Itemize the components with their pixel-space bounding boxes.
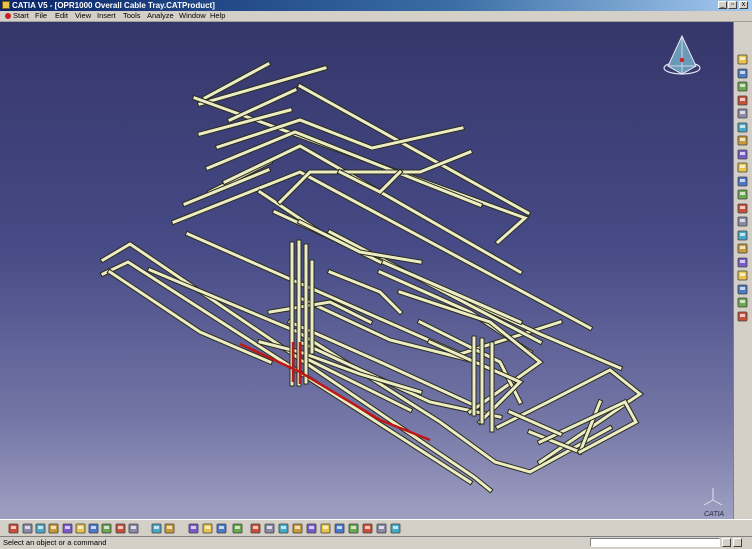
- right-toolbar: [733, 22, 752, 519]
- replace-icon[interactable]: [737, 108, 749, 119]
- bottom-toolbar: [0, 519, 752, 536]
- xyz-axis-icon: [703, 488, 723, 506]
- formula-icon[interactable]: [151, 523, 162, 534]
- fix-icon[interactable]: [737, 230, 749, 241]
- select-icon[interactable]: [737, 54, 749, 65]
- paste-icon[interactable]: [88, 523, 99, 534]
- catia-logo: CATIA: [704, 511, 724, 518]
- constraint-icon[interactable]: [737, 216, 749, 227]
- start-icon: [5, 13, 11, 19]
- pan-icon[interactable]: [264, 523, 275, 534]
- copy-icon[interactable]: [75, 523, 86, 534]
- catalog-browser-icon[interactable]: [188, 523, 199, 534]
- menu-tools[interactable]: Tools: [123, 11, 141, 21]
- redo-icon[interactable]: [115, 523, 126, 534]
- minimize-button[interactable]: _: [718, 1, 727, 9]
- cable-tray-surface: [358, 250, 522, 324]
- normal-view-icon[interactable]: [320, 523, 331, 534]
- status-message: Select an object or a command: [3, 538, 107, 547]
- menu-insert[interactable]: Insert: [97, 11, 116, 21]
- zoom-in-icon[interactable]: [292, 523, 303, 534]
- open-icon[interactable]: [22, 523, 33, 534]
- product-icon[interactable]: [737, 68, 749, 79]
- cut-icon[interactable]: [62, 523, 73, 534]
- menu-window[interactable]: Window: [179, 11, 206, 21]
- hide-show-icon[interactable]: [362, 523, 373, 534]
- compass-icon[interactable]: [663, 34, 701, 75]
- menu-analyze[interactable]: Analyze: [147, 11, 174, 21]
- reorder-icon[interactable]: [737, 203, 749, 214]
- cable-tray-surface: [508, 410, 562, 436]
- title-bar: CATIA V5 - [OPR1000 Overall Cable Tray.C…: [0, 0, 752, 11]
- existing-component-icon[interactable]: [737, 95, 749, 106]
- update-icon[interactable]: [202, 523, 213, 534]
- iso-view-icon[interactable]: [334, 523, 345, 534]
- status-bar: Select an object or a command: [0, 536, 752, 549]
- catia-app-icon[interactable]: [2, 1, 10, 9]
- fit-all-icon[interactable]: [250, 523, 261, 534]
- menu-help[interactable]: Help: [210, 11, 225, 21]
- new-icon[interactable]: [8, 523, 19, 534]
- component-icon[interactable]: [737, 81, 749, 92]
- menu-view[interactable]: View: [75, 11, 91, 21]
- whats-this-icon[interactable]: [128, 523, 139, 534]
- comment-icon[interactable]: [164, 523, 175, 534]
- graph-tree-icon[interactable]: [737, 122, 749, 133]
- 3d-viewport[interactable]: CATIA: [0, 22, 733, 519]
- cable-tray-surface: [198, 66, 327, 106]
- visible-space-icon[interactable]: [390, 523, 401, 534]
- fast-multi-instantiation-icon[interactable]: [737, 189, 749, 200]
- stop-manipulation-icon[interactable]: [737, 270, 749, 281]
- status-button-2[interactable]: [733, 538, 742, 547]
- manage-representations-icon[interactable]: [737, 162, 749, 173]
- undo-icon[interactable]: [101, 523, 112, 534]
- window-title: CATIA V5 - [OPR1000 Overall Cable Tray.C…: [12, 1, 215, 10]
- catalog-icon[interactable]: [737, 284, 749, 295]
- cable-tray-model[interactable]: CATIA: [0, 22, 733, 519]
- close-button[interactable]: x: [739, 1, 748, 9]
- multi-instantiation-icon[interactable]: [737, 176, 749, 187]
- zoom-out-icon[interactable]: [306, 523, 317, 534]
- menu-start[interactable]: Start: [13, 11, 29, 21]
- fly-mode-icon[interactable]: [232, 523, 243, 534]
- cable-tray-segment[interactable]: [276, 148, 474, 206]
- save-icon[interactable]: [35, 523, 46, 534]
- snap-icon[interactable]: [737, 243, 749, 254]
- swap-space-icon[interactable]: [376, 523, 387, 534]
- print-icon[interactable]: [48, 523, 59, 534]
- generate-numbering-icon[interactable]: [737, 135, 749, 146]
- command-input[interactable]: [590, 538, 720, 547]
- menu-edit[interactable]: Edit: [55, 11, 68, 21]
- clash-icon[interactable]: [737, 311, 749, 322]
- restore-button[interactable]: ▫: [728, 1, 737, 9]
- status-button-1[interactable]: [722, 538, 731, 547]
- menu-file[interactable]: File: [35, 11, 47, 21]
- shading-icon[interactable]: [348, 523, 359, 534]
- light-icon[interactable]: [737, 297, 749, 308]
- explode-icon[interactable]: [737, 257, 749, 268]
- menu-bar: Start File Edit View Insert Tools Analyz…: [0, 11, 752, 22]
- selective-load-icon[interactable]: [737, 149, 749, 160]
- measure-icon[interactable]: [216, 523, 227, 534]
- rotate-icon[interactable]: [278, 523, 289, 534]
